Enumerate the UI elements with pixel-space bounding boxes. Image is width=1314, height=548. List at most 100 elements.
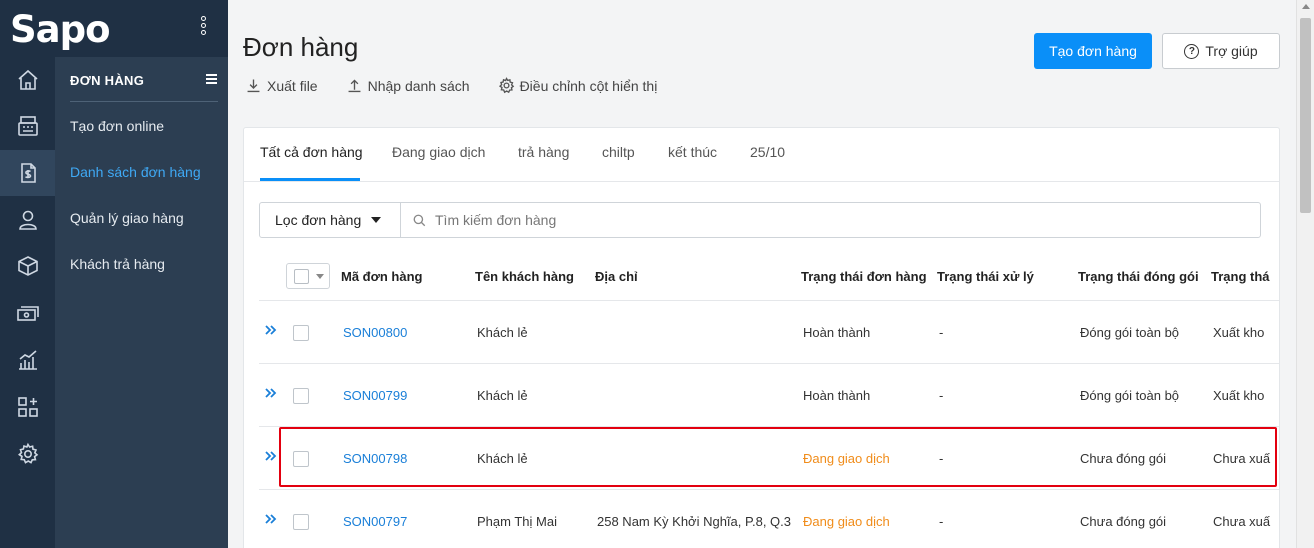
rail-apps[interactable] (0, 384, 55, 430)
gear-icon (498, 77, 514, 94)
row-checkbox[interactable] (293, 325, 309, 341)
row-checkbox[interactable] (293, 388, 309, 404)
table-row[interactable]: SON00798 Khách lẻ Đang giao dịch - Chưa … (259, 427, 1279, 490)
tab-chiltp[interactable]: chiltp (602, 144, 635, 160)
page-title: Đơn hàng (243, 32, 359, 62)
customer-name: Khách lẻ (477, 451, 528, 466)
export-file-label: Xuất file (267, 77, 318, 94)
rail-customers[interactable] (0, 197, 55, 243)
order-filter-dropdown[interactable]: Lọc đơn hàng (259, 202, 401, 238)
download-icon (247, 79, 260, 93)
home-icon (17, 69, 38, 90)
column-settings-button[interactable]: Điều chỉnh cột hiển thị (498, 77, 657, 94)
search-icon (413, 214, 426, 226)
user-icon (18, 210, 37, 230)
address: 258 Nam Kỳ Khởi Nghĩa, P.8, Q.3 (597, 514, 791, 529)
submenu-item-shipping[interactable]: Quản lý giao hàng (70, 210, 184, 226)
create-order-button[interactable]: Tạo đơn hàng (1034, 33, 1152, 69)
scroll-thumb[interactable] (1300, 18, 1311, 213)
tab-25-10[interactable]: 25/10 (750, 144, 785, 160)
packing-status: Chưa đóng gói (1080, 451, 1167, 466)
row-checkbox[interactable] (293, 451, 309, 467)
rail-cashbook[interactable] (0, 290, 55, 336)
expand-row-icon[interactable] (264, 323, 278, 337)
help-button[interactable]: ? Trợ giúp (1162, 33, 1280, 69)
page-actions: Xuất file Nhập danh sách Điều chỉnh cột … (245, 77, 685, 94)
active-tab-indicator (260, 178, 360, 181)
help-label: Trợ giúp (1205, 43, 1258, 59)
bulk-select-dropdown[interactable] (286, 263, 330, 289)
rail-pos[interactable] (0, 103, 55, 149)
submenu-item-returns[interactable]: Khách trả hàng (70, 256, 165, 272)
shipping-status: Chưa xuấ (1213, 451, 1271, 466)
order-status: Đang giao dịch (803, 451, 890, 466)
menu-toggle-icon[interactable] (206, 74, 217, 84)
search-input[interactable] (435, 212, 1235, 228)
processing-status: - (939, 388, 944, 403)
rail-orders[interactable] (0, 150, 55, 196)
export-file-button[interactable]: Xuất file (245, 77, 318, 94)
expand-row-icon[interactable] (264, 449, 278, 463)
column-packing-status[interactable]: Trạng thái đóng gói (1078, 269, 1199, 284)
more-options-icon[interactable] (196, 14, 210, 44)
submenu-divider (70, 101, 218, 102)
tab-completed[interactable]: kết thúc (668, 144, 717, 160)
order-code-link[interactable]: SON00798 (343, 451, 407, 466)
order-code-link[interactable]: SON00799 (343, 388, 407, 403)
processing-status: - (939, 325, 944, 340)
column-address[interactable]: Địa chỉ (595, 269, 638, 284)
order-code-link[interactable]: SON00797 (343, 514, 407, 529)
orders-submenu: ĐƠN HÀNG Tạo đơn online Danh sách đơn hà… (55, 57, 228, 548)
customer-name: Khách lẻ (477, 325, 528, 340)
select-all-checkbox[interactable] (294, 269, 309, 284)
page-scrollbar[interactable] (1296, 0, 1314, 548)
table-row[interactable]: SON00800 Khách lẻ Hoàn thành - Đóng gói … (259, 301, 1279, 364)
order-tabs: Tất cả đơn hàng Đang giao dịch trả hàng … (244, 128, 1279, 182)
brand-header: Sapo (0, 0, 228, 57)
orders-card: Tất cả đơn hàng Đang giao dịch trả hàng … (243, 127, 1280, 548)
customer-name: Phạm Thị Mai (477, 514, 557, 529)
column-order-status[interactable]: Trạng thái đơn hàng (801, 269, 927, 284)
column-processing-status[interactable]: Trạng thái xử lý (937, 269, 1034, 284)
upload-icon (348, 79, 361, 93)
filter-label: Lọc đơn hàng (275, 212, 362, 228)
column-customer-name[interactable]: Tên khách hàng (475, 269, 574, 284)
tab-all-orders[interactable]: Tất cả đơn hàng (260, 144, 363, 160)
chart-icon (18, 350, 37, 370)
import-list-label: Nhập danh sách (367, 77, 470, 94)
expand-row-icon[interactable] (264, 512, 278, 526)
processing-status: - (939, 451, 944, 466)
column-shipping-status[interactable]: Trạng thá (1211, 269, 1270, 284)
packing-status: Chưa đóng gói (1080, 514, 1167, 529)
rail-settings[interactable] (0, 431, 55, 477)
rail-home[interactable] (0, 57, 55, 103)
scroll-up-icon[interactable] (1302, 4, 1310, 9)
expand-row-icon[interactable] (264, 386, 278, 400)
sapo-logo[interactable]: Sapo (10, 8, 111, 51)
row-checkbox[interactable] (293, 514, 309, 530)
column-order-code[interactable]: Mã đơn hàng (341, 269, 422, 284)
tab-in-progress[interactable]: Đang giao dịch (392, 144, 485, 160)
icon-rail (0, 57, 55, 548)
rail-products[interactable] (0, 243, 55, 289)
help-icon: ? (1184, 43, 1200, 59)
customer-name: Khách lẻ (477, 388, 528, 403)
order-code-link[interactable]: SON00800 (343, 325, 407, 340)
submenu-title: ĐƠN HÀNG (70, 73, 145, 88)
pos-register-icon (17, 116, 38, 136)
packing-status: Đóng gói toàn bộ (1080, 388, 1180, 403)
tab-returns[interactable]: trả hàng (518, 144, 569, 160)
shipping-status: Chưa xuấ (1213, 514, 1271, 529)
caret-down-icon (316, 274, 324, 279)
apps-icon (17, 397, 38, 417)
import-list-button[interactable]: Nhập danh sách (346, 77, 470, 94)
submenu-item-create-online[interactable]: Tạo đơn online (70, 118, 164, 134)
rail-reports[interactable] (0, 337, 55, 383)
submenu-item-order-list[interactable]: Danh sách đơn hàng (70, 164, 201, 180)
settings-icon (17, 442, 38, 464)
table-row[interactable]: SON00797 Phạm Thị Mai 258 Nam Kỳ Khởi Ng… (259, 490, 1279, 548)
shipping-status: Xuất kho (1213, 388, 1265, 403)
table-row[interactable]: SON00799 Khách lẻ Hoàn thành - Đóng gói … (259, 364, 1279, 427)
order-document-icon (20, 163, 36, 183)
cash-icon (16, 306, 39, 321)
